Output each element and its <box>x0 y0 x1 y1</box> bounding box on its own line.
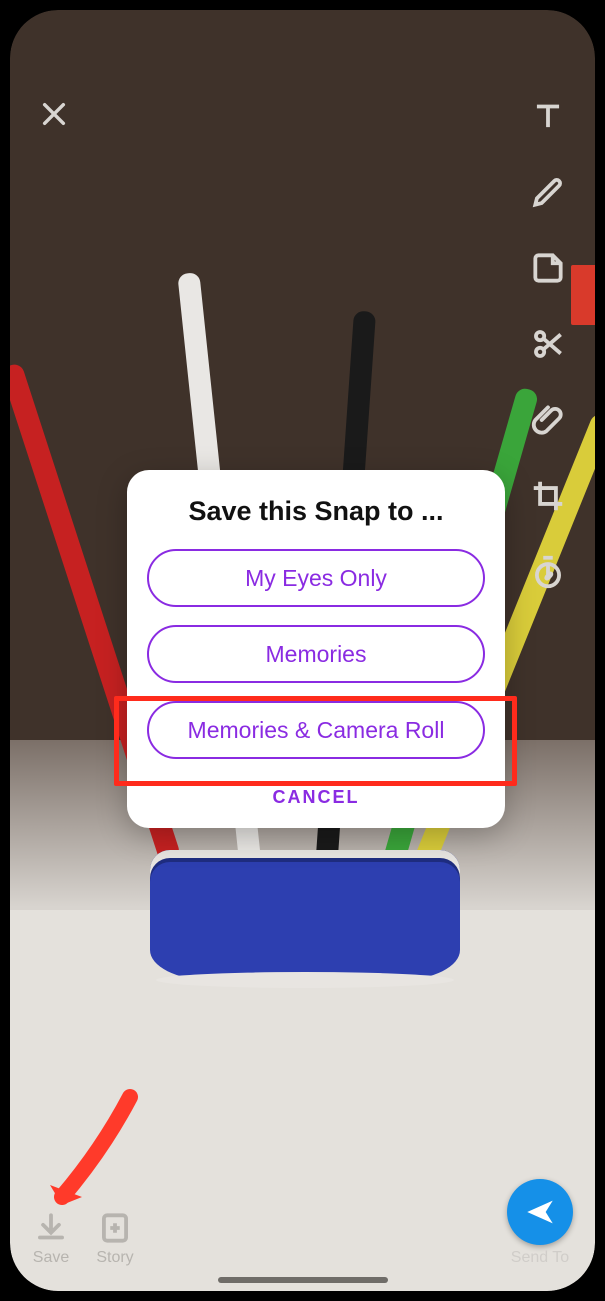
option-my-eyes-only[interactable]: My Eyes Only <box>147 549 485 607</box>
screen: Save this Snap to ... My Eyes Only Memor… <box>10 10 595 1291</box>
timer-icon <box>529 553 567 591</box>
cancel-button[interactable]: CANCEL <box>147 777 485 814</box>
text-tool[interactable] <box>526 94 570 138</box>
sticker-icon <box>529 249 567 287</box>
scissors-icon <box>529 325 567 363</box>
crop-icon <box>529 477 567 515</box>
device-frame: Save this Snap to ... My Eyes Only Memor… <box>10 10 595 1291</box>
send-button[interactable]: Send To <box>507 1179 573 1267</box>
option-memories-camera-roll[interactable]: Memories & Camera Roll <box>147 701 485 759</box>
timer-tool[interactable] <box>526 550 570 594</box>
story-button[interactable]: Story <box>96 1209 134 1267</box>
save-label: Save <box>33 1249 69 1267</box>
home-indicator <box>218 1277 388 1283</box>
draw-tool[interactable] <box>526 170 570 214</box>
close-icon <box>38 98 70 130</box>
paperclip-icon <box>529 401 567 439</box>
send-icon <box>523 1195 557 1229</box>
photo-pen-cup <box>150 850 460 980</box>
edit-toolbar <box>521 94 575 594</box>
bottom-bar: Save Story Send To <box>10 1177 595 1277</box>
text-icon <box>529 97 567 135</box>
send-label: Send To <box>511 1249 569 1267</box>
attach-tool[interactable] <box>526 398 570 442</box>
send-circle <box>507 1179 573 1245</box>
dialog-title: Save this Snap to ... <box>147 496 485 527</box>
close-button[interactable] <box>38 98 78 138</box>
option-memories[interactable]: Memories <box>147 625 485 683</box>
save-dialog: Save this Snap to ... My Eyes Only Memor… <box>127 470 505 828</box>
download-icon <box>32 1209 70 1247</box>
sticker-tool[interactable] <box>526 246 570 290</box>
story-label: Story <box>96 1249 133 1267</box>
crop-tool[interactable] <box>526 474 570 518</box>
save-button[interactable]: Save <box>32 1209 70 1267</box>
story-icon <box>96 1209 134 1247</box>
pencil-icon <box>529 173 567 211</box>
scissors-tool[interactable] <box>526 322 570 366</box>
